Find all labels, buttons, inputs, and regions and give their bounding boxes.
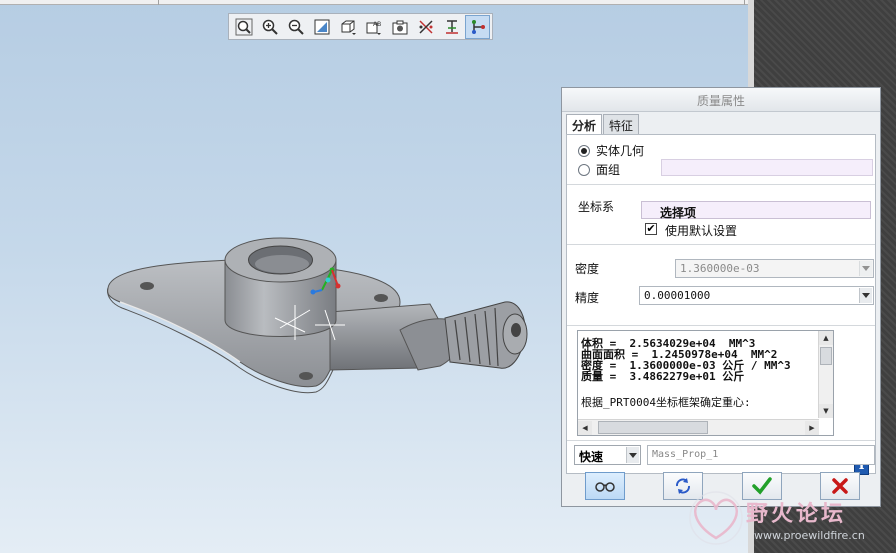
results-horizontal-scrollbar[interactable]: ◀ ▶	[578, 419, 819, 435]
dialog-tabs: 分析 特征	[566, 114, 640, 134]
tab-feature[interactable]: 特征	[603, 114, 640, 134]
quilt-label: 面组	[596, 163, 621, 177]
scroll-right-icon[interactable]: ▶	[805, 421, 819, 435]
accuracy-value: 0.00001000	[644, 289, 711, 302]
dialog-titlebar: 质量属性	[562, 88, 880, 112]
accuracy-label: 精度	[575, 291, 600, 305]
vertical-scroll-thumb[interactable]	[820, 347, 832, 365]
result-cog-note: 根据_PRT0004坐标框架确定重心:	[581, 396, 751, 409]
results-vertical-scrollbar[interactable]: ▲ ▼	[818, 331, 833, 418]
dialog-title: 质量属性	[696, 94, 745, 108]
solid-geometry-radio[interactable]	[578, 144, 590, 157]
use-default-label: 使用默认设置	[665, 224, 738, 238]
density-field: 1.360000e-03	[675, 259, 874, 278]
spin-center-icon[interactable]	[465, 15, 490, 39]
solid-geometry-label: 实体几何	[596, 144, 645, 158]
saved-views-glyph: AB	[373, 21, 381, 28]
repaint-icon[interactable]	[309, 15, 334, 39]
zoom-out-icon[interactable]	[283, 15, 308, 39]
datum-display-icon[interactable]	[413, 15, 438, 39]
view-toolbar: AB	[228, 13, 493, 40]
density-label: 密度	[575, 262, 600, 276]
bottom-divider	[567, 440, 875, 441]
watermark: 野火论坛 www.proewildfire.cn	[684, 488, 896, 553]
zoom-fit-icon[interactable]	[231, 15, 256, 39]
saved-views-icon[interactable]: AB	[361, 15, 386, 39]
results-box[interactable]: 体积 = 2.5634029e+04 MM^3 曲面面积 = 1.2450978…	[577, 330, 834, 436]
scroll-left-icon[interactable]: ◀	[578, 421, 592, 435]
csys-collector[interactable]: 选择项	[641, 201, 871, 220]
result-mass: 质量 = 3.4862279e+01 公斤	[581, 370, 745, 383]
density-dropdown-arrow	[859, 261, 872, 276]
scroll-up-icon[interactable]: ▲	[819, 331, 833, 345]
mass-properties-dialog: 质量属性 分析 特征 实体几何 面组 坐标系 选择项 ✔ 使用默认设置 密度 1…	[561, 87, 881, 507]
accuracy-dropdown-arrow[interactable]	[859, 288, 872, 303]
quilt-option[interactable]: 面组	[578, 161, 620, 178]
use-default-checkbox[interactable]: ✔	[645, 223, 657, 235]
quilt-radio[interactable]	[578, 163, 590, 176]
solid-geometry-option[interactable]: 实体几何	[578, 142, 644, 159]
mode-value: 快速	[579, 450, 604, 464]
watermark-title: 野火论坛	[746, 502, 847, 527]
mode-select[interactable]: 快速	[574, 445, 641, 465]
csys-display-icon[interactable]	[439, 15, 464, 39]
results-divider	[567, 325, 875, 326]
top-menu-strip	[0, 0, 748, 5]
geometry-section: 实体几何 面组	[567, 135, 875, 185]
watermark-url: www.proewildfire.cn	[754, 529, 865, 542]
accuracy-field[interactable]: 0.00001000	[639, 286, 874, 305]
mode-dropdown-arrow[interactable]	[626, 447, 639, 463]
density-value: 1.360000e-03	[680, 262, 760, 275]
view-orient-icon[interactable]	[335, 15, 360, 39]
horizontal-scroll-thumb[interactable]	[598, 421, 708, 434]
part-model-graphic[interactable]	[100, 230, 570, 400]
glasses-icon	[595, 482, 615, 492]
display-style-icon[interactable]	[387, 15, 412, 39]
zoom-in-icon[interactable]	[257, 15, 282, 39]
scroll-down-icon[interactable]: ▼	[819, 404, 833, 418]
tab-analysis[interactable]: 分析	[566, 114, 603, 134]
watermark-logo-icon	[689, 491, 743, 545]
csys-label: 坐标系	[578, 200, 615, 214]
csys-section: 坐标系 选择项 ✔ 使用默认设置	[567, 185, 875, 245]
preview-button[interactable]	[585, 472, 625, 500]
quilt-collector[interactable]	[661, 159, 873, 176]
feature-name-field[interactable]: Mass_Prop_1	[647, 445, 875, 465]
